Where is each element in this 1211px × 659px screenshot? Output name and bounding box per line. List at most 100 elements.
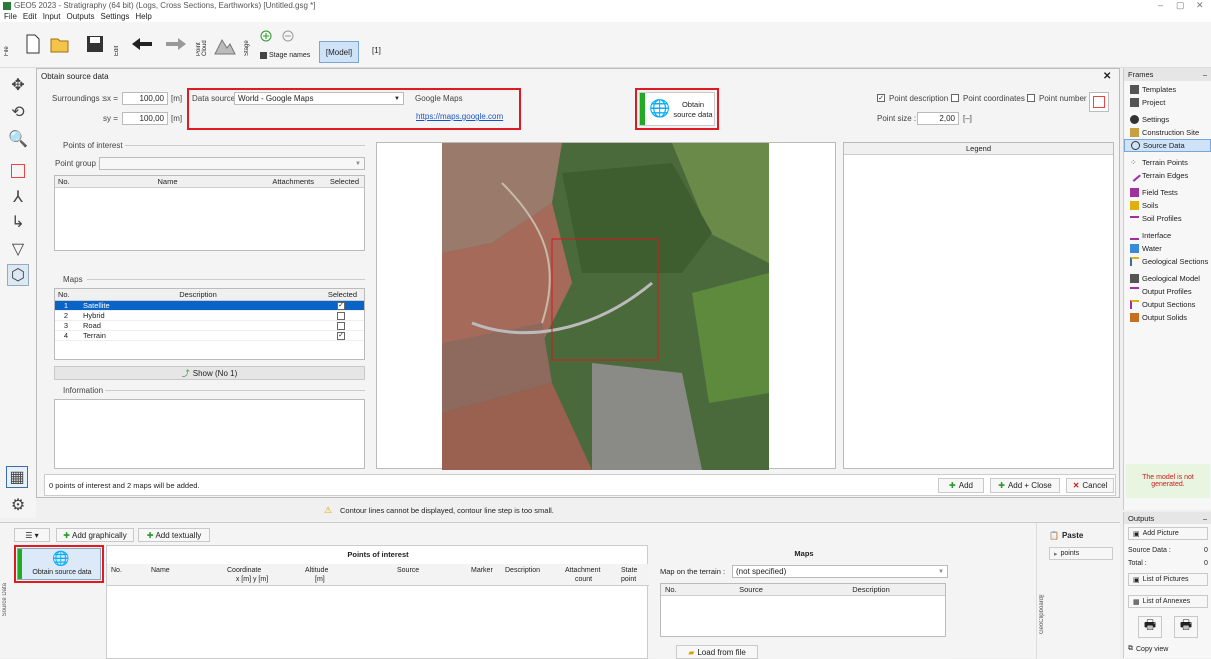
axis-3d-icon[interactable]: ⅄ [7, 186, 29, 208]
cancel-button[interactable]: ✕ Cancel [1066, 478, 1114, 493]
frame-construction-site[interactable]: Construction Site [1124, 126, 1211, 139]
col-selected[interactable]: Selected [314, 177, 362, 186]
map-selected-checkbox[interactable] [337, 311, 345, 320]
view-3d-icon[interactable]: ⬡ [7, 264, 29, 286]
add-button[interactable]: ✚ Add [938, 478, 984, 493]
col-altitude[interactable]: Altitude [305, 567, 328, 574]
col-description[interactable]: Description [505, 567, 540, 574]
point-size-input[interactable]: 2,00 [917, 112, 959, 125]
stage-names-button[interactable]: Stage names [260, 52, 310, 59]
rotate-icon[interactable]: ⟲ [7, 101, 29, 123]
dialog-close-icon[interactable]: ✕ [1103, 71, 1111, 82]
point-coordinates-checkbox[interactable] [951, 94, 959, 102]
list-toggle-button[interactable]: ☰ ▾ [14, 528, 50, 542]
menu-settings[interactable]: Settings [101, 12, 130, 22]
move-icon[interactable]: ✥ [7, 74, 29, 96]
menu-file[interactable]: File [4, 12, 17, 22]
stage-tab[interactable]: Stage [244, 34, 254, 56]
zoom-extent-icon[interactable] [7, 160, 29, 182]
paste-button[interactable]: 📋 Paste [1049, 531, 1083, 540]
paste-points-button[interactable]: ▸ points [1049, 547, 1113, 560]
sx-input[interactable]: 100,00 [122, 92, 168, 105]
frame-field-tests[interactable]: Field Tests [1124, 186, 1211, 199]
load-from-file-button[interactable]: ▰ Load from file [676, 645, 758, 659]
remove-stage-icon[interactable] [282, 30, 294, 42]
col-marker[interactable]: Marker [471, 567, 493, 574]
undo-icon[interactable] [130, 36, 154, 52]
frame-output-profiles[interactable]: Output Profiles [1124, 285, 1211, 298]
sy-input[interactable]: 100,00 [122, 112, 168, 125]
col-no[interactable]: No. [55, 177, 85, 186]
print-preview-button[interactable]: 🖶 [1174, 616, 1198, 638]
google-maps-link[interactable]: https://maps.google.com [416, 112, 503, 121]
col-selected[interactable]: Selected [311, 290, 361, 299]
frame-project[interactable]: Project [1124, 96, 1211, 109]
col-no[interactable]: No. [55, 290, 85, 299]
point-cloud-tab[interactable]: Point Cloud [196, 34, 208, 56]
add-close-button[interactable]: ✚ Add + Close [990, 478, 1060, 493]
obtain-source-data-button[interactable]: 🌐 Obtain source data [639, 92, 715, 126]
point-group-select[interactable]: ▼ [99, 157, 365, 170]
view-top-icon[interactable]: ▽ [7, 238, 29, 260]
list-of-annexes-button[interactable]: ▦ List of Annexes [1128, 595, 1208, 608]
stage-number[interactable]: [1] [372, 46, 381, 55]
col-name[interactable]: Name [85, 177, 250, 186]
map-selected-checkbox[interactable]: ✓ [337, 301, 345, 310]
edit-tab[interactable]: Edit [114, 34, 122, 56]
obtain-source-bottom-button[interactable]: 🌐 Obtain source data [17, 548, 101, 580]
frame-soil-profiles[interactable]: Soil Profiles [1124, 212, 1211, 225]
menu-edit[interactable]: Edit [23, 12, 37, 22]
map-selected-checkbox[interactable]: ✓ [337, 331, 345, 340]
frame-output-sections[interactable]: Output Sections [1124, 298, 1211, 311]
model-button[interactable]: [Model] [319, 41, 359, 63]
add-picture-button[interactable]: ▣ Add Picture [1128, 527, 1208, 540]
close-window-icon[interactable]: ✕ [1196, 0, 1204, 11]
col-attachment[interactable]: Attachment [565, 567, 600, 574]
frame-geological-sections[interactable]: Geological Sections [1124, 255, 1211, 268]
map-on-terrain-select[interactable]: (not specified) ▼ [732, 565, 948, 578]
col-state[interactable]: State [621, 567, 637, 574]
frame-source-data[interactable]: Source Data [1124, 139, 1211, 152]
show-map-button[interactable]: ⤴ Show (No 1) [54, 366, 365, 380]
print-button[interactable]: 🖶 [1138, 616, 1162, 638]
map-row-1[interactable]: 1 Satellite ✓ [55, 301, 364, 311]
terrain-icon[interactable] [214, 34, 236, 56]
menu-input[interactable]: Input [43, 12, 61, 22]
map-row-2[interactable]: 2 Hybrid [55, 311, 364, 321]
maximize-icon[interactable]: ▢ [1176, 0, 1185, 11]
col-description[interactable]: Description [85, 290, 311, 299]
frame-settings[interactable]: Settings [1124, 113, 1211, 126]
col-coordinate[interactable]: Coordinate [227, 567, 261, 574]
col-source[interactable]: Source [397, 567, 419, 574]
map-row-4[interactable]: 4 Terrain ✓ [55, 331, 364, 341]
map-row-3[interactable]: 3 Road [55, 321, 364, 331]
frame-geological-model[interactable]: Geological Model [1124, 272, 1211, 285]
open-folder-icon[interactable] [50, 34, 72, 54]
zoom-icon[interactable]: 🔍 [7, 128, 29, 150]
minimize-icon[interactable]: – [1158, 0, 1163, 10]
menu-help[interactable]: Help [135, 12, 151, 22]
col-no[interactable]: No. [661, 585, 701, 594]
col-description[interactable]: Description [801, 585, 941, 594]
axis-2d-icon[interactable]: ↳ [7, 211, 29, 233]
frame-output-solids[interactable]: Output Solids [1124, 311, 1211, 324]
list-of-pictures-button[interactable]: ▣ List of Pictures [1128, 573, 1208, 586]
table-view-icon[interactable]: ▦ [6, 466, 28, 488]
col-name[interactable]: Name [151, 567, 170, 574]
add-graphically-button[interactable]: ✚ Add graphically [56, 528, 134, 542]
satellite-map-image[interactable] [442, 143, 769, 470]
collapse-icon[interactable]: – [1203, 70, 1207, 79]
save-icon[interactable] [85, 34, 105, 54]
frame-soils[interactable]: Soils [1124, 199, 1211, 212]
map-selected-checkbox[interactable] [337, 321, 345, 330]
add-textually-button[interactable]: ✚ Add textually [138, 528, 210, 542]
zoom-extent-button[interactable] [1089, 92, 1109, 112]
add-stage-icon[interactable] [260, 30, 272, 42]
settings-gear-icon[interactable]: ⚙ [7, 494, 29, 516]
new-file-icon[interactable] [25, 34, 41, 54]
data-source-select[interactable]: World - Google Maps ▼ [234, 92, 404, 105]
frame-terrain-edges[interactable]: Terrain Edges [1124, 169, 1211, 182]
redo-icon[interactable] [164, 36, 188, 52]
frame-templates[interactable]: Templates [1124, 83, 1211, 96]
frame-water[interactable]: Water [1124, 242, 1211, 255]
